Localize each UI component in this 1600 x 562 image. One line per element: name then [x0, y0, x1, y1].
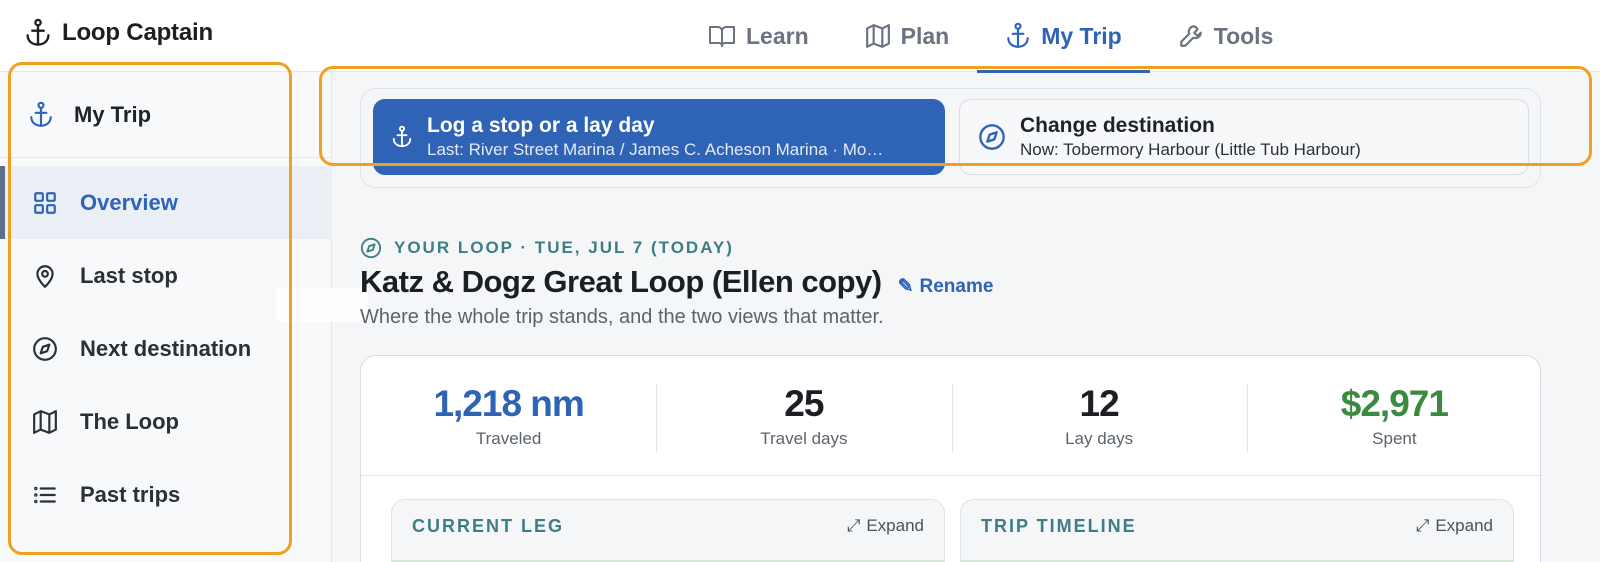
- change-destination-title: Change destination: [1020, 114, 1215, 137]
- expand-label: Expand: [1435, 516, 1493, 535]
- page-subtitle: Where the whole trip stands, and the two…: [360, 306, 884, 328]
- wrench-icon: [1178, 23, 1204, 49]
- action-bar: Log a stop or a lay day Last: River Stre…: [360, 88, 1541, 188]
- sidebar-item-label: Past trips: [80, 481, 181, 507]
- trip-timeline-panel: TRIP TIMELINE ⤢ Expand: [960, 499, 1514, 562]
- stat-traveled: 1,218 nm Traveled: [361, 356, 656, 475]
- stat-value: 25: [784, 382, 824, 424]
- anchor-icon: [24, 18, 52, 48]
- expand-current-leg-button[interactable]: ⤢ Expand: [847, 516, 924, 536]
- sidebar-item-label: Next destination: [80, 335, 252, 361]
- stat-label: Traveled: [475, 428, 542, 448]
- overview-eyebrow-text: YOUR LOOP · TUE, JUL 7 (TODAY): [394, 238, 734, 257]
- overview-eyebrow: YOUR LOOP · TUE, JUL 7 (TODAY): [360, 237, 734, 259]
- book-icon: [708, 23, 736, 49]
- stat-value: 1,218 nm: [433, 382, 584, 424]
- sidebar-title: My Trip: [74, 101, 152, 127]
- main-nav: Learn Plan My Trip Tools: [680, 0, 1302, 73]
- map-pin-icon: [32, 263, 58, 289]
- map-icon: [32, 409, 58, 435]
- sidebar-item-overview[interactable]: Overview: [0, 166, 332, 239]
- top-bar: Loop Captain Learn Plan My Trip Tools: [0, 0, 1600, 73]
- nav-my-trip[interactable]: My Trip: [977, 0, 1150, 73]
- log-stop-title: Log a stop or a lay day: [427, 114, 655, 137]
- sidebar-list: Overview Last stop Next destination The …: [0, 166, 332, 531]
- sidebar-item-past-trips[interactable]: Past trips: [0, 458, 332, 531]
- nav-tools[interactable]: Tools: [1150, 0, 1302, 72]
- expand-timeline-button[interactable]: ⤢ Expand: [1416, 516, 1493, 536]
- sidebar-item-the-loop[interactable]: The Loop: [0, 385, 332, 458]
- log-stop-subtitle: Last: River Street Marina / James C. Ach…: [427, 140, 884, 159]
- change-destination-subtitle: Now: Tobermory Harbour (Little Tub Harbo…: [1020, 140, 1361, 159]
- nav-plan[interactable]: Plan: [837, 0, 978, 72]
- stat-spent: $2,971 Spent: [1246, 356, 1542, 475]
- rename-link[interactable]: ✎ Rename: [898, 275, 994, 298]
- title-row: Katz & Dogz Great Loop (Ellen copy) ✎ Re…: [360, 264, 993, 300]
- anchor-icon: [28, 101, 54, 129]
- stat-travel-days: 25 Travel days: [656, 356, 951, 475]
- expand-label: Expand: [866, 516, 924, 535]
- nav-tools-label: Tools: [1213, 22, 1274, 49]
- sidebar-item-next-destination[interactable]: Next destination: [0, 312, 332, 385]
- change-destination-button[interactable]: Change destination Now: Tobermory Harbou…: [959, 99, 1529, 175]
- drag-ghost: [276, 288, 368, 322]
- sidebar-item-label: The Loop: [80, 408, 179, 434]
- compass-icon: [360, 237, 382, 259]
- stat-label: Lay days: [1065, 428, 1134, 448]
- stat-label: Spent: [1372, 428, 1417, 448]
- log-stop-text: Log a stop or a lay day Last: River Stre…: [427, 113, 883, 161]
- rename-label: Rename: [919, 275, 994, 297]
- current-leg-panel: CURRENT LEG ⤢ Expand: [391, 499, 945, 562]
- nav-my-trip-label: My Trip: [1041, 22, 1122, 49]
- stat-value: $2,971: [1340, 382, 1449, 424]
- expand-icon: ⤢: [1415, 516, 1430, 535]
- sidebar-item-label: Last stop: [80, 262, 178, 288]
- sidebar-item-label: Overview: [80, 189, 178, 215]
- nav-plan-label: Plan: [900, 22, 950, 49]
- anchor-icon: [1005, 22, 1031, 50]
- app-name: Loop Captain: [62, 19, 213, 46]
- anchor-icon: [391, 125, 413, 149]
- stats-row: 1,218 nm Traveled 25 Travel days 12 Lay …: [361, 356, 1542, 476]
- compass-icon: [978, 123, 1006, 151]
- grid-icon: [32, 190, 58, 216]
- stat-lay-days: 12 Lay days: [951, 356, 1247, 475]
- trip-summary-card: 1,218 nm Traveled 25 Travel days 12 Lay …: [360, 355, 1542, 562]
- list-icon: [32, 482, 58, 508]
- sidebar-header: My Trip: [0, 72, 332, 158]
- log-stop-button[interactable]: Log a stop or a lay day Last: River Stre…: [373, 99, 945, 175]
- change-destination-text: Change destination Now: Tobermory Harbou…: [1020, 113, 1361, 161]
- compass-icon: [32, 336, 58, 362]
- panel-title: TRIP TIMELINE: [981, 516, 1137, 536]
- map-icon: [865, 23, 891, 49]
- brand[interactable]: Loop Captain: [24, 18, 213, 48]
- panel-title: CURRENT LEG: [412, 516, 564, 536]
- pencil-icon: ✎: [897, 276, 914, 297]
- stat-label: Travel days: [760, 428, 848, 448]
- expand-icon: ⤢: [846, 516, 861, 535]
- page-title: Katz & Dogz Great Loop (Ellen copy): [360, 264, 882, 299]
- nav-learn-label: Learn: [746, 22, 809, 49]
- nav-learn[interactable]: Learn: [680, 0, 837, 72]
- stat-value: 12: [1079, 382, 1120, 424]
